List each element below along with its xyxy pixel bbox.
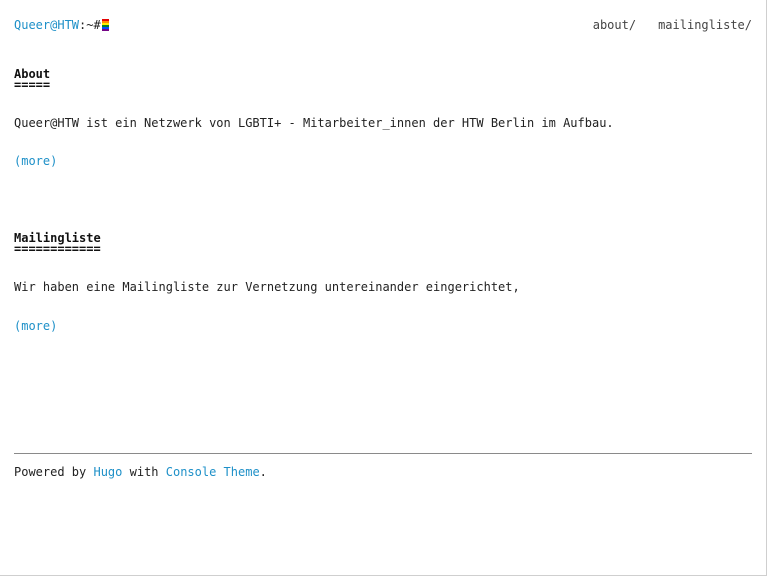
post-title-underline: =====: [14, 78, 51, 92]
nav-about-link[interactable]: about/: [593, 18, 636, 32]
footer-middle: with: [122, 465, 166, 479]
rainbow-cursor-icon: [101, 19, 109, 31]
post-summary: Queer@HTW ist ein Netzwerk von LGBTI+ - …: [14, 116, 614, 130]
console-theme-link[interactable]: Console Theme: [166, 465, 260, 479]
post-title: Mailingliste: [14, 231, 101, 245]
site-header: Queer@HTW :~# about/ mailingliste/: [14, 16, 752, 34]
post-about: About ===== Queer@HTW ist ein Netzwerk v…: [14, 68, 754, 168]
site-footer: Powered by Hugo with Console Theme.: [14, 453, 752, 479]
post-mailingliste: Mailingliste ============ Wir haben eine…: [14, 232, 754, 333]
footer-prefix: Powered by: [14, 465, 94, 479]
read-more-link[interactable]: (more): [14, 154, 57, 168]
main-nav: about/ mailingliste/: [593, 18, 752, 32]
footer-suffix: .: [259, 465, 267, 479]
post-title-underline: ============: [14, 242, 101, 256]
home-link[interactable]: Queer@HTW: [14, 18, 79, 32]
site-brand: Queer@HTW :~#: [14, 18, 109, 32]
read-more-link[interactable]: (more): [14, 319, 57, 333]
nav-mailingliste-link[interactable]: mailingliste/: [658, 18, 752, 32]
shell-prompt: :~#: [79, 18, 101, 32]
post-title: About: [14, 67, 51, 81]
post-summary: Wir haben eine Mailingliste zur Vernetzu…: [14, 280, 520, 294]
hugo-link[interactable]: Hugo: [93, 465, 122, 479]
